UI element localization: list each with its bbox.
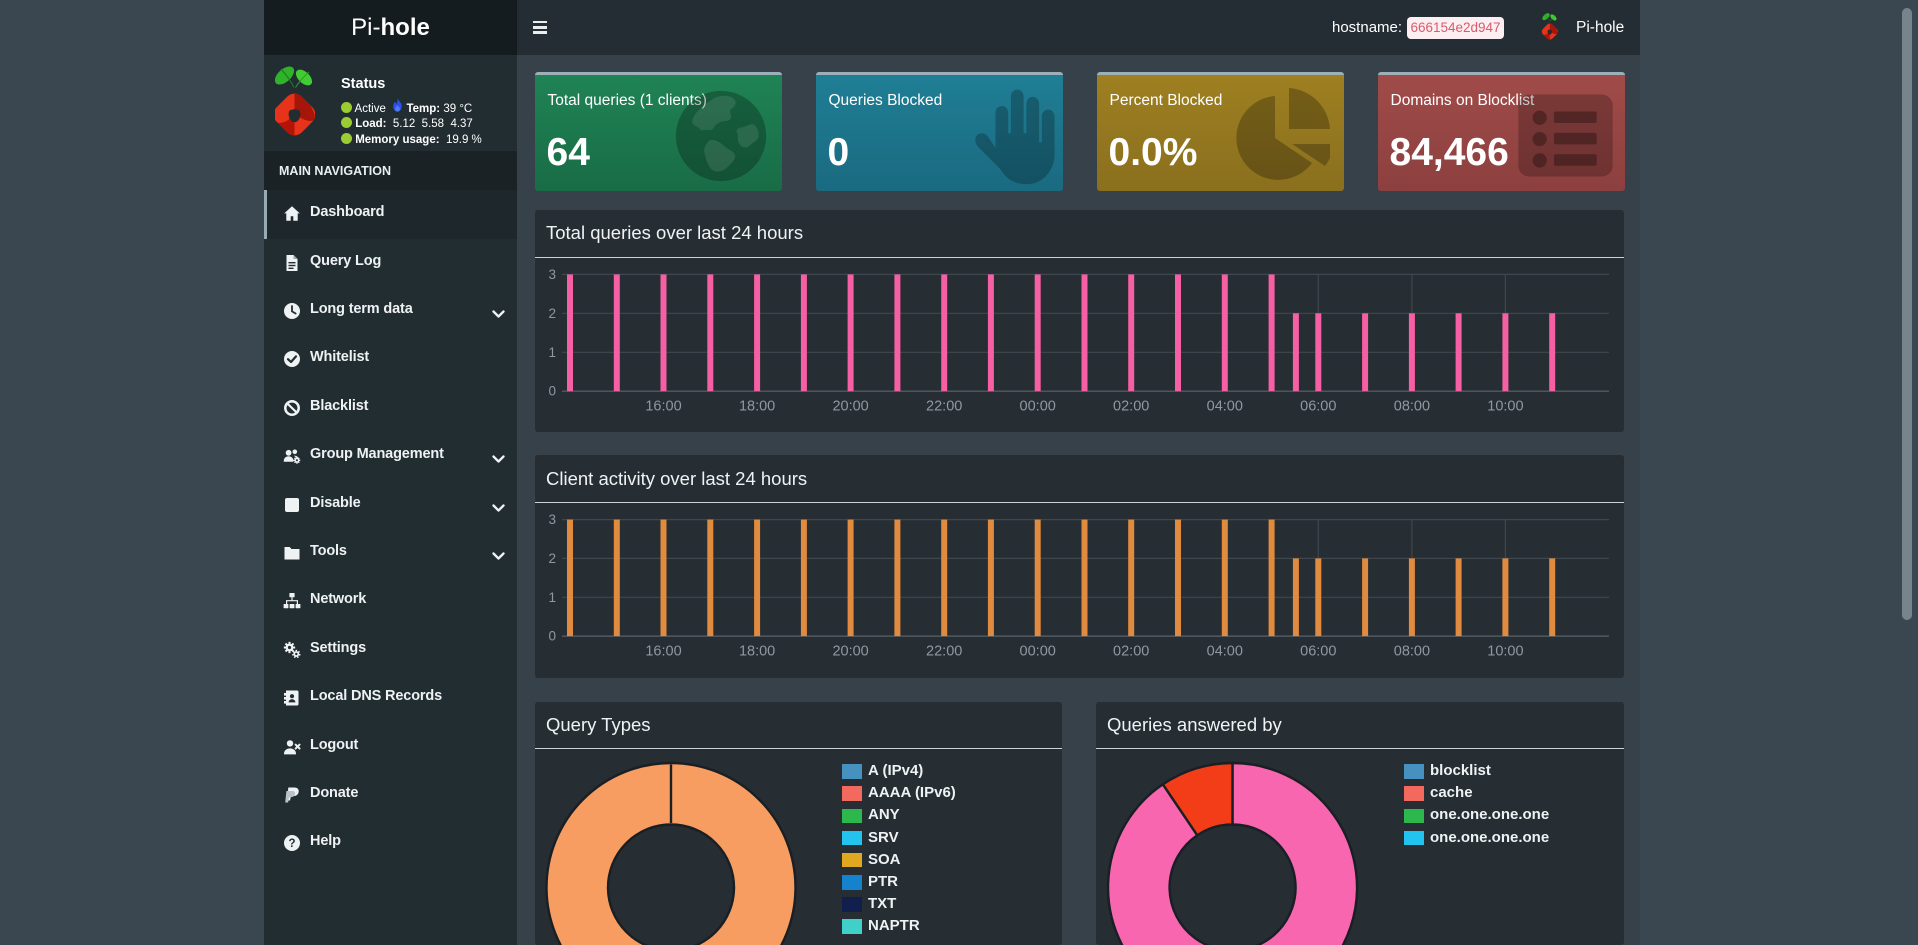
svg-text:22:00: 22:00 [926, 643, 962, 659]
svg-text:16:00: 16:00 [645, 643, 681, 659]
svg-text:18:00: 18:00 [739, 643, 775, 659]
svg-text:20:00: 20:00 [832, 643, 868, 659]
svg-text:08:00: 08:00 [1394, 399, 1430, 415]
svg-text:22:00: 22:00 [926, 399, 962, 415]
svg-text:20:00: 20:00 [832, 399, 868, 415]
svg-text:3: 3 [548, 267, 556, 282]
svg-text:1: 1 [548, 590, 556, 605]
svg-text:16:00: 16:00 [645, 399, 681, 415]
svg-text:06:00: 06:00 [1300, 643, 1336, 659]
svg-text:02:00: 02:00 [1113, 643, 1149, 659]
svg-text:00:00: 00:00 [1020, 643, 1056, 659]
svg-text:04:00: 04:00 [1207, 399, 1243, 415]
svg-text:10:00: 10:00 [1487, 399, 1523, 415]
svg-text:06:00: 06:00 [1300, 399, 1336, 415]
svg-text:3: 3 [548, 512, 556, 527]
svg-text:2: 2 [548, 306, 556, 321]
svg-text:02:00: 02:00 [1113, 399, 1149, 415]
svg-text:0: 0 [548, 384, 556, 399]
svg-text:2: 2 [548, 551, 556, 566]
svg-text:0: 0 [548, 629, 556, 644]
svg-text:1: 1 [548, 345, 556, 360]
svg-text:18:00: 18:00 [739, 399, 775, 415]
svg-text:00:00: 00:00 [1020, 399, 1056, 415]
svg-text:04:00: 04:00 [1207, 643, 1243, 659]
svg-text:08:00: 08:00 [1394, 643, 1430, 659]
svg-text:10:00: 10:00 [1487, 643, 1523, 659]
